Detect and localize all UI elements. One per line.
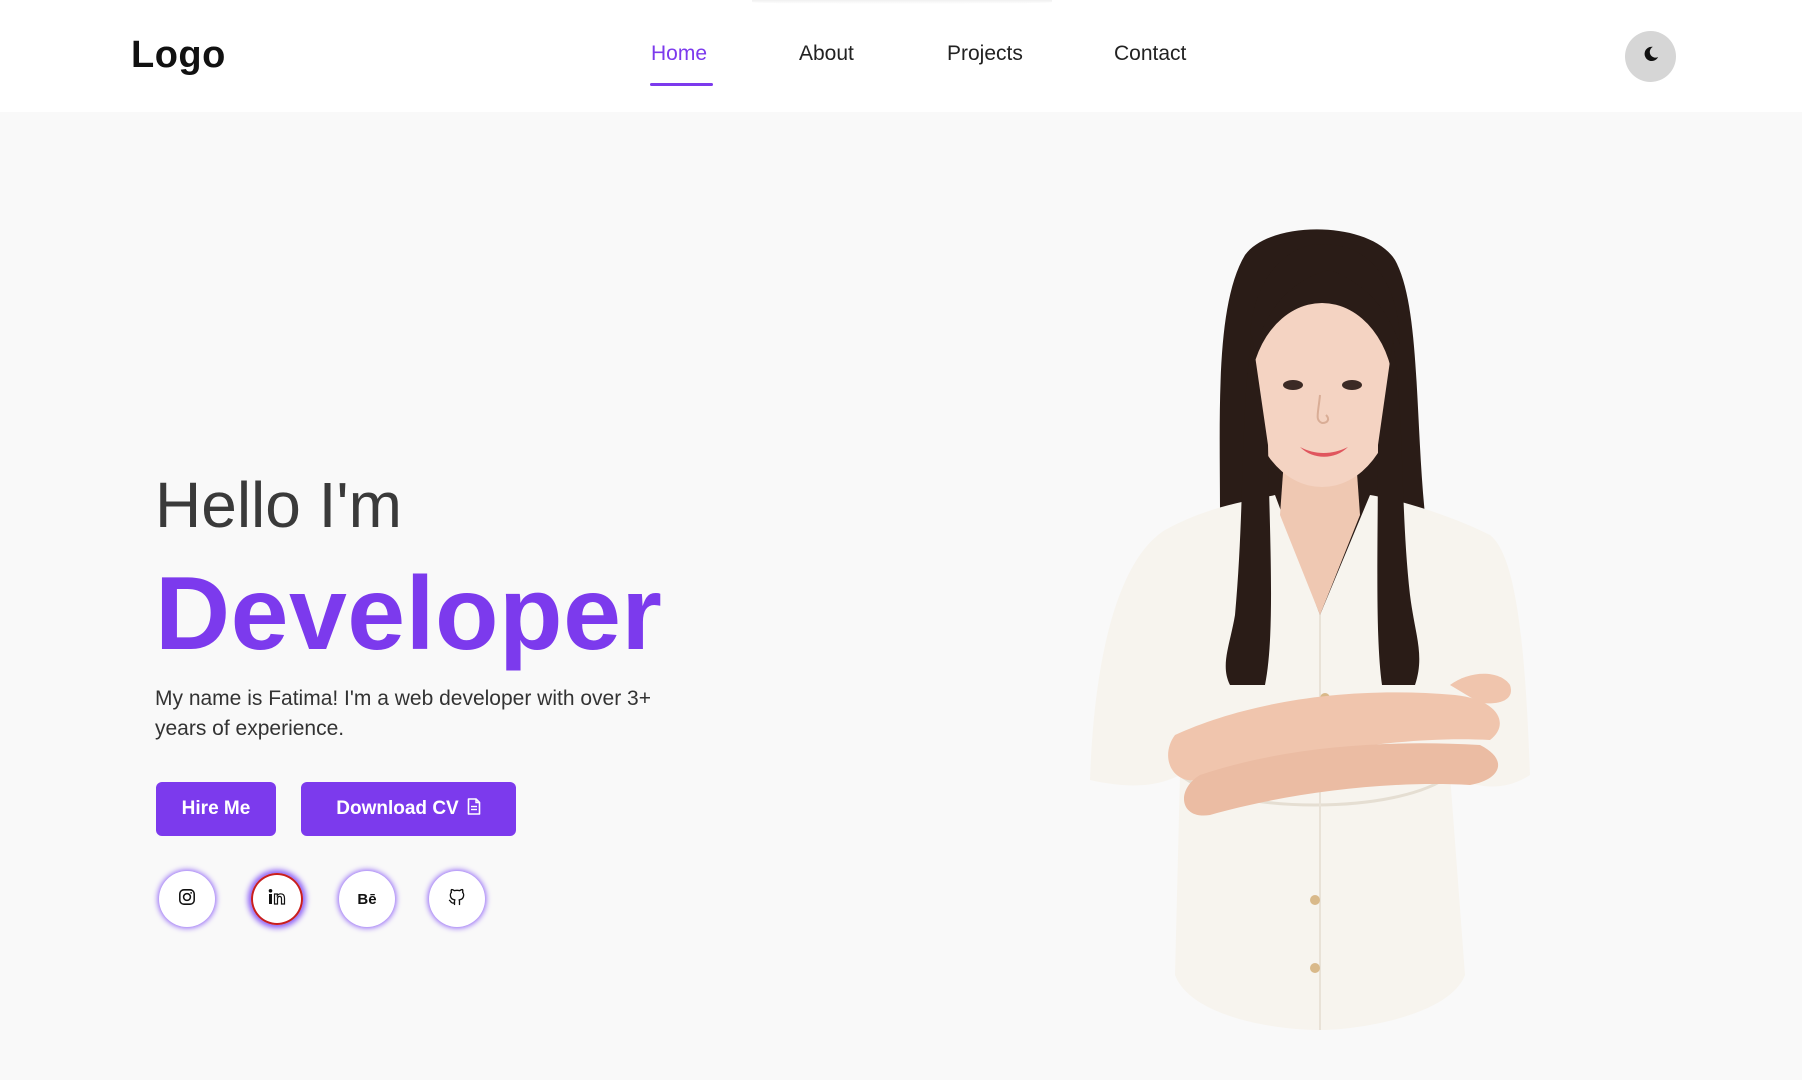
instagram-link[interactable] — [161, 873, 213, 925]
hero-greeting: Hello I'm — [155, 469, 402, 541]
nav-active-underline — [650, 83, 713, 86]
download-cv-button[interactable]: Download CV — [301, 782, 516, 836]
portrait-image — [1070, 215, 1600, 1030]
nav-home[interactable]: Home — [651, 42, 707, 66]
theme-toggle-button[interactable] — [1625, 31, 1676, 82]
hire-me-label: Hire Me — [181, 798, 251, 819]
nav-contact[interactable]: Contact — [1114, 42, 1186, 66]
github-link[interactable] — [431, 873, 483, 925]
hero-role: Developer — [155, 556, 663, 672]
behance-icon: Bē — [357, 890, 377, 908]
hero-intro: My name is Fatima! I'm a web developer w… — [155, 687, 651, 740]
moon-icon — [1642, 45, 1660, 68]
nav-projects[interactable]: Projects — [947, 42, 1023, 66]
logo[interactable]: Logo — [131, 34, 226, 77]
site-header: Logo Home About Projects Contact — [0, 0, 1802, 112]
download-cv-label: Download CV — [336, 798, 459, 819]
nav-about[interactable]: About — [799, 42, 854, 66]
hire-me-button[interactable]: Hire Me — [156, 782, 276, 836]
instagram-icon — [178, 888, 196, 911]
behance-link[interactable]: Bē — [341, 873, 393, 925]
file-icon — [467, 797, 481, 821]
github-icon — [447, 887, 467, 912]
linkedin-icon — [267, 888, 287, 911]
header-shadow — [752, 0, 1052, 4]
linkedin-link[interactable] — [251, 873, 303, 925]
